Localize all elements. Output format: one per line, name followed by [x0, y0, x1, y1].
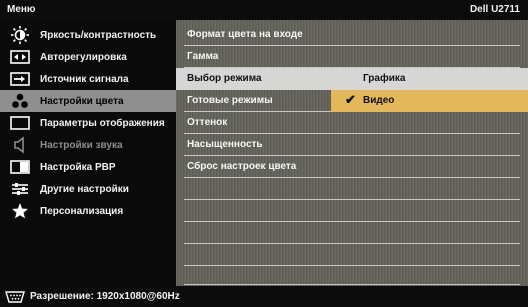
menu-item-pbp-settings[interactable]: Настройка PBP	[0, 156, 176, 178]
osd-header: Меню Dell U2711	[0, 0, 528, 20]
empty-row	[176, 200, 528, 222]
submenu-item-reset-color[interactable]: Сброс настроек цвета	[176, 156, 528, 178]
osd-footer: Разрешение: 1920x1080@60Hz	[0, 286, 528, 307]
menu-item-brightness-contrast[interactable]: Яркость/контрастность	[0, 24, 176, 46]
checkmark-icon: ✔	[345, 92, 356, 107]
preset-option-video[interactable]: ✔ Видео	[331, 90, 528, 112]
menu-item-other-settings[interactable]: Другие настройки	[0, 178, 176, 200]
resolution-status: Разрешение: 1920x1080@60Hz	[30, 291, 180, 302]
monitor-osd: Меню Dell U2711 Яркость/контрастность Ав…	[0, 0, 528, 307]
input-source-icon	[0, 68, 40, 90]
menu-item-audio-settings: Настройки звука	[0, 134, 176, 156]
empty-row	[176, 222, 528, 244]
submenu-item-gamma[interactable]: Гамма	[176, 46, 528, 68]
color-settings-icon	[0, 90, 40, 112]
submenu-item-label: Насыщенность	[187, 139, 263, 150]
preset-option-label: Видео	[363, 95, 395, 106]
display-settings-icon	[0, 112, 40, 134]
speaker-icon	[0, 134, 40, 156]
empty-row	[176, 263, 528, 285]
submenu-item-label: Формат цвета на входе	[187, 29, 303, 40]
menu-title: Меню	[7, 4, 36, 15]
star-icon	[0, 200, 40, 222]
menu-item-label: Авторегулировка	[40, 51, 127, 63]
submenu-item-label: Сброс настроек цвета	[187, 161, 297, 172]
submenu-panel: Формат цвета на входе Гамма Выбор режима…	[176, 20, 528, 286]
pbp-icon	[0, 156, 40, 178]
auto-adjust-icon	[0, 46, 40, 68]
menu-item-label: Персонализация	[40, 205, 124, 217]
menu-item-personalize[interactable]: Персонализация	[0, 200, 176, 222]
empty-row	[176, 178, 528, 200]
menu-item-label: Параметры отображения	[40, 117, 165, 129]
mode-selection-value: Графика	[363, 73, 406, 84]
submenu-item-mode-selection[interactable]: Выбор режима Графика	[176, 68, 528, 90]
menu-item-input-source[interactable]: Источник сигнала	[0, 68, 176, 90]
submenu-item-label: Выбор режима	[187, 73, 262, 84]
submenu-item-saturation[interactable]: Насыщенность	[176, 134, 528, 156]
submenu-item-label: Оттенок	[187, 117, 228, 128]
menu-item-label: Источник сигнала	[40, 73, 129, 85]
vga-connector-icon	[0, 286, 30, 307]
menu-item-label: Настройка PBP	[40, 161, 116, 173]
menu-item-label: Настройки звука	[40, 139, 123, 151]
menu-item-auto-adjust[interactable]: Авторегулировка	[0, 46, 176, 68]
submenu-item-input-color-format[interactable]: Формат цвета на входе	[176, 24, 528, 46]
submenu-item-preset-modes[interactable]: Готовые режимы ✔ Видео	[176, 90, 528, 112]
submenu-item-label: Готовые режимы	[187, 95, 273, 106]
menu-item-label: Яркость/контрастность	[40, 29, 157, 41]
menu-item-label: Другие настройки	[40, 183, 129, 195]
other-settings-icon	[0, 178, 40, 200]
main-menu: Яркость/контрастность Авторегулировка Ис…	[0, 20, 176, 286]
submenu-item-label: Гамма	[187, 51, 219, 62]
row-divider	[184, 284, 520, 285]
brightness-icon	[0, 24, 40, 46]
submenu-item-hue[interactable]: Оттенок	[176, 112, 528, 134]
menu-item-display-settings[interactable]: Параметры отображения	[0, 112, 176, 134]
monitor-model: Dell U2711	[469, 4, 520, 15]
menu-item-label: Настройки цвета	[40, 95, 124, 107]
menu-item-color-settings[interactable]: Настройки цвета	[0, 90, 176, 112]
